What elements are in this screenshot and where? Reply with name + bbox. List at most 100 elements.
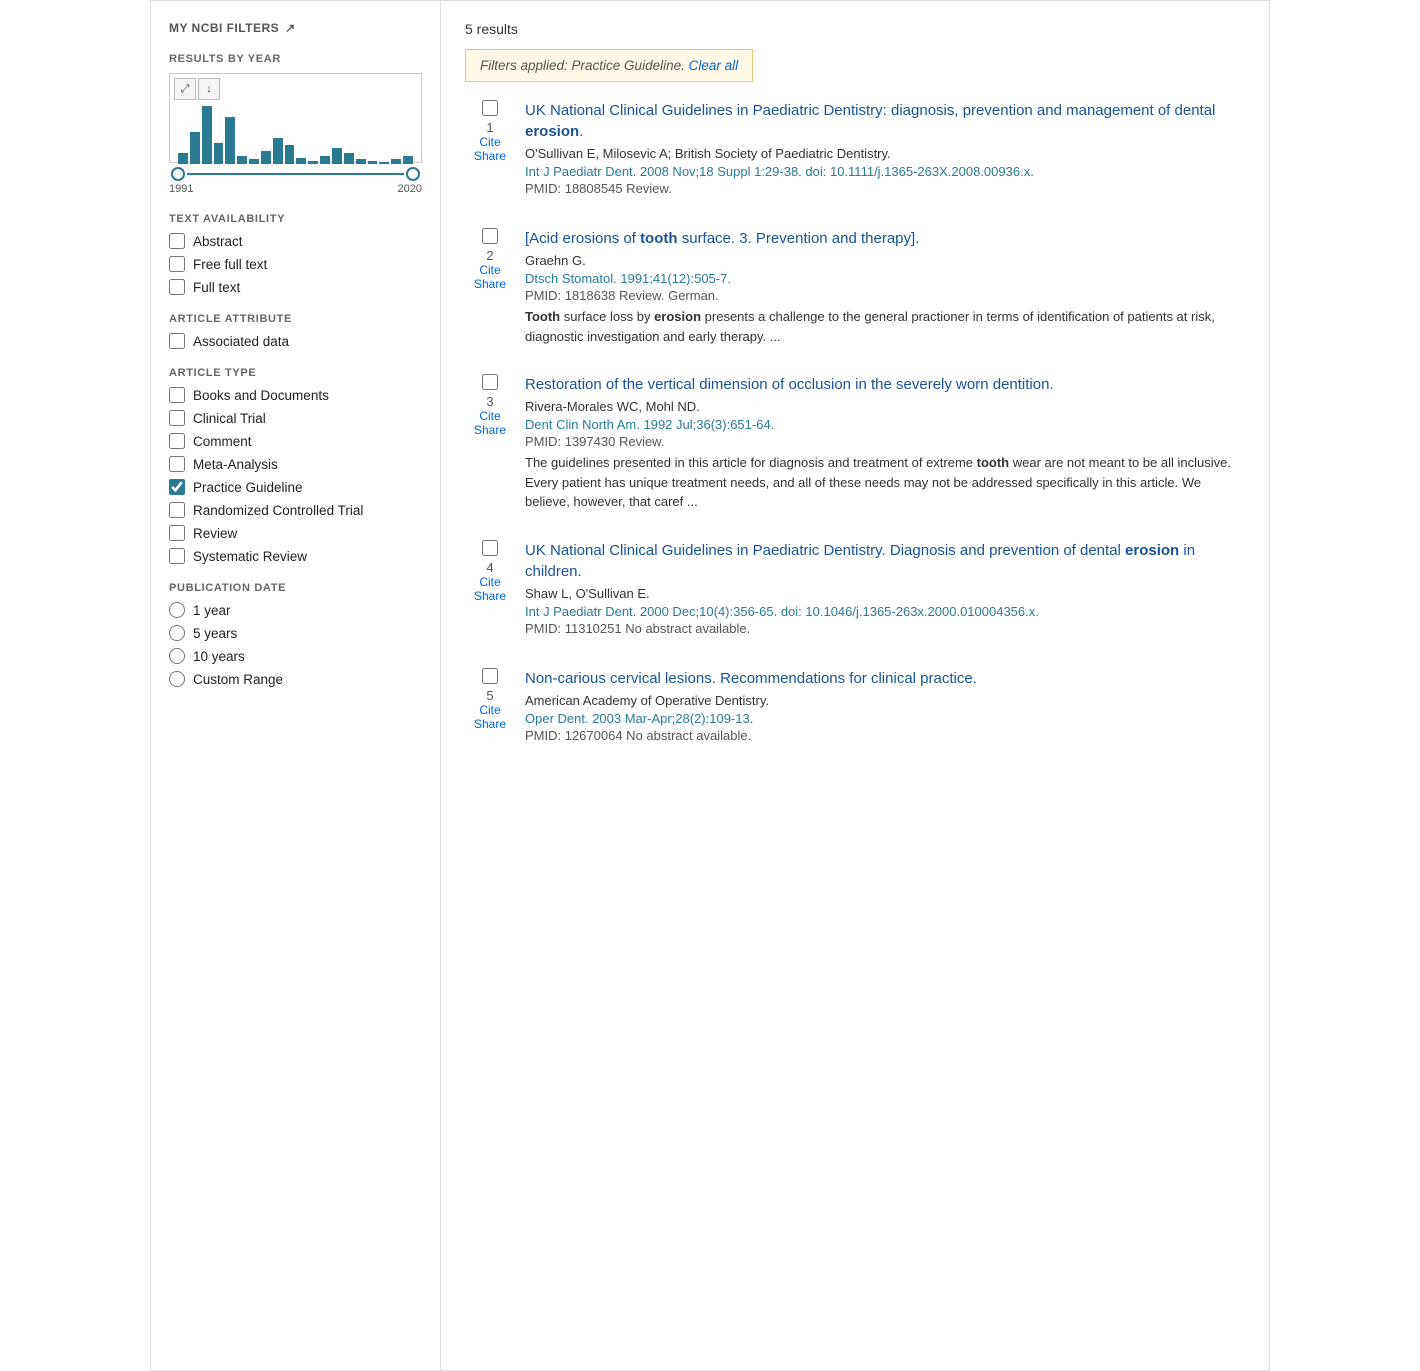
date-filter-item-1year[interactable]: 1 year <box>169 602 422 618</box>
year-chart: ⤢ ↓ <box>169 73 422 163</box>
result-title-3[interactable]: Restoration of the vertical dimension of… <box>525 374 1245 395</box>
filter-label-review: Review <box>193 526 237 541</box>
chart-bar <box>202 106 212 164</box>
result-share-2[interactable]: Share <box>474 277 506 291</box>
result-number-4: 4 <box>486 560 493 575</box>
chart-bar <box>285 145 295 164</box>
checkbox-practice_guideline[interactable] <box>169 479 185 495</box>
radio-5years[interactable] <box>169 625 185 641</box>
chart-icons: ⤢ ↓ <box>174 78 220 100</box>
result-item-1: 1CiteShareUK National Clinical Guideline… <box>465 100 1245 200</box>
date-label-5years: 5 years <box>193 626 237 641</box>
result-checkbox-4[interactable] <box>482 540 498 556</box>
result-share-5[interactable]: Share <box>474 717 506 731</box>
result-content-3: Restoration of the vertical dimension of… <box>525 374 1245 512</box>
filter-label-associated_data: Associated data <box>193 334 289 349</box>
checkbox-abstract[interactable] <box>169 233 185 249</box>
checkbox-free_full_text[interactable] <box>169 256 185 272</box>
chart-slider <box>169 167 422 181</box>
result-checkbox-1[interactable] <box>482 100 498 116</box>
result-share-1[interactable]: Share <box>474 149 506 163</box>
result-cite-5[interactable]: Cite <box>479 703 500 717</box>
slider-right-dot[interactable] <box>406 167 420 181</box>
result-title-2[interactable]: [Acid erosions of tooth surface. 3. Prev… <box>525 228 1245 249</box>
filter-label-meta_analysis: Meta-Analysis <box>193 457 278 472</box>
result-cite-3[interactable]: Cite <box>479 409 500 423</box>
result-title-1[interactable]: UK National Clinical Guidelines in Paedi… <box>525 100 1245 142</box>
result-meta-2: PMID: 1818638 Review. German. <box>525 288 1245 303</box>
result-checkbox-5[interactable] <box>482 668 498 684</box>
filter-item-practice_guideline[interactable]: Practice Guideline <box>169 479 422 495</box>
result-checkbox-2[interactable] <box>482 228 498 244</box>
checkbox-systematic_review[interactable] <box>169 548 185 564</box>
result-abstract-3: The guidelines presented in this article… <box>525 453 1245 512</box>
radio-custom[interactable] <box>169 671 185 687</box>
filter-item-systematic_review[interactable]: Systematic Review <box>169 548 422 564</box>
result-share-4[interactable]: Share <box>474 589 506 603</box>
filter-label-clinical_trial: Clinical Trial <box>193 411 266 426</box>
checkbox-review[interactable] <box>169 525 185 541</box>
chart-bar <box>308 161 318 164</box>
radio-1year[interactable] <box>169 602 185 618</box>
checkbox-rct[interactable] <box>169 502 185 518</box>
result-number-5: 5 <box>486 688 493 703</box>
date-filter-item-custom[interactable]: Custom Range <box>169 671 422 687</box>
result-item-4: 4CiteShareUK National Clinical Guideline… <box>465 540 1245 640</box>
filter-item-clinical_trial[interactable]: Clinical Trial <box>169 410 422 426</box>
year-start: 1991 <box>169 183 193 195</box>
external-link-icon[interactable]: ↗ <box>285 21 296 35</box>
radio-10years[interactable] <box>169 648 185 664</box>
filter-item-abstract[interactable]: Abstract <box>169 233 422 249</box>
date-filter-item-5years[interactable]: 5 years <box>169 625 422 641</box>
publication-date-label: PUBLICATION DATE <box>169 582 422 594</box>
checkbox-books_documents[interactable] <box>169 387 185 403</box>
chart-bar <box>379 162 389 164</box>
date-label-10years: 10 years <box>193 649 245 664</box>
filter-item-comment[interactable]: Comment <box>169 433 422 449</box>
chart-bar <box>273 138 283 164</box>
filter-label-systematic_review: Systematic Review <box>193 549 307 564</box>
result-checkbox-3[interactable] <box>482 374 498 390</box>
filter-item-review[interactable]: Review <box>169 525 422 541</box>
filter-item-associated_data[interactable]: Associated data <box>169 333 422 349</box>
result-title-4[interactable]: UK National Clinical Guidelines in Paedi… <box>525 540 1245 582</box>
result-title-5[interactable]: Non-carious cervical lesions. Recommenda… <box>525 668 1245 689</box>
filter-item-meta_analysis[interactable]: Meta-Analysis <box>169 456 422 472</box>
result-abstract-2: Tooth surface loss by erosion presents a… <box>525 307 1245 346</box>
result-item-2: 2CiteShare[Acid erosions of tooth surfac… <box>465 228 1245 346</box>
result-authors-2: Graehn G. <box>525 253 1245 268</box>
checkbox-clinical_trial[interactable] <box>169 410 185 426</box>
result-left-3: 3CiteShare <box>465 374 515 437</box>
slider-left-dot[interactable] <box>171 167 185 181</box>
clear-all-link[interactable]: Clear all <box>689 58 739 73</box>
result-cite-1[interactable]: Cite <box>479 135 500 149</box>
chart-download-button[interactable]: ↓ <box>198 78 220 100</box>
chart-bar <box>368 161 378 164</box>
date-filter-item-10years[interactable]: 10 years <box>169 648 422 664</box>
result-share-3[interactable]: Share <box>474 423 506 437</box>
filter-item-full_text[interactable]: Full text <box>169 279 422 295</box>
chart-bar <box>344 153 354 164</box>
result-cite-4[interactable]: Cite <box>479 575 500 589</box>
checkbox-comment[interactable] <box>169 433 185 449</box>
result-left-4: 4CiteShare <box>465 540 515 603</box>
filter-text: Filters applied: Practice Guideline. <box>480 58 685 73</box>
chart-bar <box>332 148 342 164</box>
checkbox-full_text[interactable] <box>169 279 185 295</box>
result-content-5: Non-carious cervical lesions. Recommenda… <box>525 668 1245 747</box>
main-content: 5 results Filters applied: Practice Guid… <box>441 1 1269 1370</box>
checkbox-meta_analysis[interactable] <box>169 456 185 472</box>
chart-bar <box>249 159 259 164</box>
result-cite-2[interactable]: Cite <box>479 263 500 277</box>
filter-item-rct[interactable]: Randomized Controlled Trial <box>169 502 422 518</box>
filter-item-books_documents[interactable]: Books and Documents <box>169 387 422 403</box>
chart-bar <box>237 156 247 164</box>
filter-label-comment: Comment <box>193 434 252 449</box>
checkbox-associated_data[interactable] <box>169 333 185 349</box>
chart-bar <box>261 151 271 164</box>
chart-bar <box>214 143 224 164</box>
chart-expand-button[interactable]: ⤢ <box>174 78 196 100</box>
result-content-1: UK National Clinical Guidelines in Paedi… <box>525 100 1245 200</box>
filter-item-free_full_text[interactable]: Free full text <box>169 256 422 272</box>
result-authors-1: O'Sullivan E, Milosevic A; British Socie… <box>525 146 1245 161</box>
